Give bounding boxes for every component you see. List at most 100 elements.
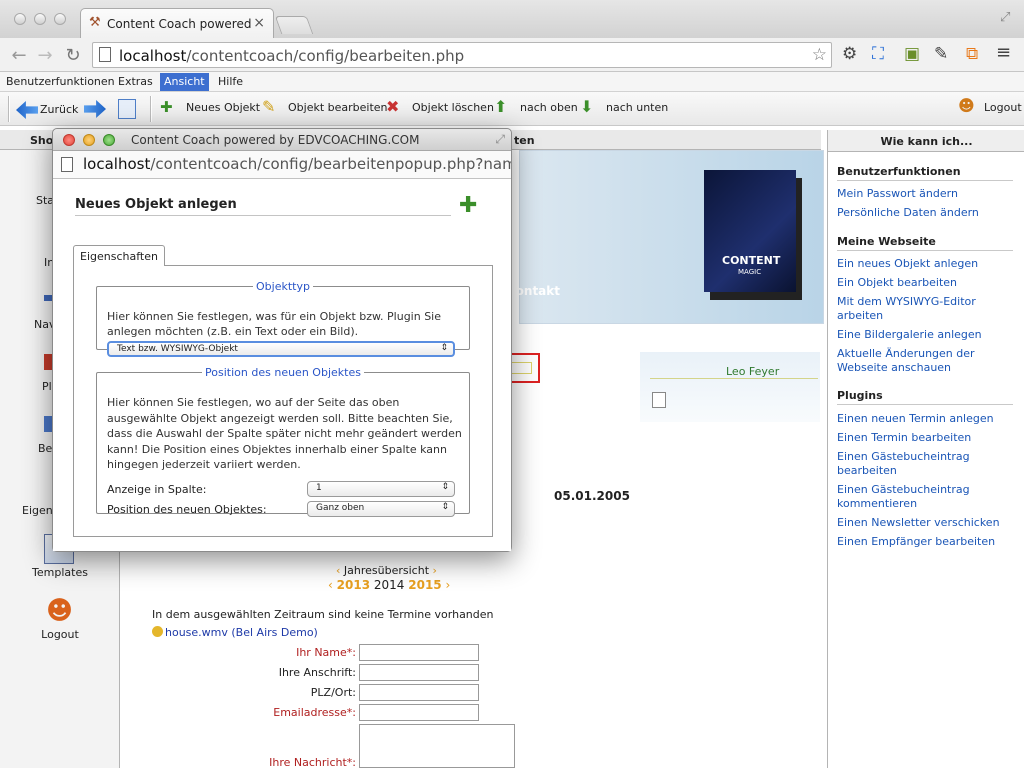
back-icon	[16, 101, 38, 119]
link-gaestebuch-bearbeiten[interactable]: Einen Gästebucheintrag bearbeiten	[837, 450, 1013, 478]
media-play-icon	[152, 626, 163, 637]
logout-button[interactable]: ☻ Logout	[958, 96, 1022, 115]
year-prev[interactable]: 2013	[337, 578, 370, 592]
year-current: 2014	[373, 578, 405, 592]
menu-ansicht[interactable]: Ansicht	[160, 73, 209, 91]
no-events-text: In dem ausgewählten Zeitraum sind keine …	[152, 608, 494, 621]
select-arrows-icon: ⇕	[441, 502, 449, 512]
package-icon[interactable]: ▣	[904, 44, 920, 64]
back-arrow-icon[interactable]: ←	[8, 45, 30, 66]
link-aenderungen[interactable]: Aktuelle Änderungen der Webseite anschau…	[837, 347, 1013, 375]
page-icon	[99, 47, 111, 62]
video-link[interactable]: house.wmv (Bel Airs Demo)	[152, 626, 318, 639]
label-position: Position des neuen Objektes:	[107, 503, 267, 516]
tab-panel: Objekttyp Hier können Sie festlegen, was…	[73, 265, 493, 537]
plz-input[interactable]	[359, 684, 479, 701]
year-overview[interactable]: ‹ Jahresübersicht ›	[336, 564, 437, 577]
close-tab-icon[interactable]: ×	[253, 15, 265, 31]
zoom-window-button[interactable]	[54, 13, 66, 25]
link-bildergalerie[interactable]: Eine Bildergalerie anlegen	[837, 328, 1013, 342]
message-textarea[interactable]	[359, 724, 515, 768]
delete-object-button[interactable]: ✖ Objekt löschen	[386, 97, 494, 116]
link-gaestebuch-kommentieren[interactable]: Einen Gästebucheintrag kommentieren	[837, 483, 1013, 511]
tab-eigenschaften[interactable]: Eigenschaften	[73, 245, 165, 266]
tab-title: Content Coach powered by	[107, 17, 253, 31]
objekttyp-select[interactable]: Text bzw. WYSIWYG-Objekt ⇕	[107, 341, 455, 357]
extension-icon[interactable]: ⧉	[966, 44, 978, 64]
legend-objekttyp: Objekttyp	[256, 280, 310, 293]
link-neues-objekt[interactable]: Ein neues Objekt anlegen	[837, 257, 1013, 271]
browser-tab[interactable]: ⚒ Content Coach powered by ×	[80, 8, 274, 38]
refresh-page-icon[interactable]	[118, 99, 136, 119]
section-plugins: Plugins	[837, 389, 1013, 405]
arrow-up-icon: ⬆	[494, 97, 508, 116]
popup-titlebar[interactable]: Content Coach powered by EDVCOACHING.COM…	[53, 129, 511, 151]
back-button[interactable]: Zurück	[16, 101, 78, 119]
app-toolbar: Zurück ✚ Neues Objekt ✎ Objekt bearbeiten …	[0, 92, 1024, 126]
popup-address-bar[interactable]: localhost/contentcoach/config/bearbeiten…	[53, 151, 511, 179]
legend-position: Position des neuen Objektes	[205, 366, 361, 379]
popup-heading: Neues Objekt anlegen	[75, 197, 237, 212]
forward-arrow-icon[interactable]: →	[34, 45, 56, 66]
fullscreen-icon[interactable]: ⤢	[1000, 10, 1010, 25]
new-object-button[interactable]: ✚ Neues Objekt	[160, 98, 260, 116]
address-bar[interactable]: localhost/contentcoach/config/bearbeiten…	[92, 42, 832, 68]
position-text: Hier können Sie festlegen, wo auf der Se…	[107, 396, 462, 471]
link-newsletter[interactable]: Einen Newsletter verschicken	[837, 516, 1013, 530]
close-window-button[interactable]	[14, 13, 26, 25]
product-box: CONTENT MAGIC	[704, 170, 796, 292]
new-tab-button[interactable]	[274, 16, 314, 34]
year-next[interactable]: 2015	[408, 578, 441, 592]
fieldset-position: Position des neuen Objektes Hier können …	[96, 366, 470, 517]
screen-icon[interactable]: ⛶	[872, 44, 884, 64]
nav-kontakt[interactable]: kontakt	[508, 284, 560, 298]
menu-icon[interactable]: ≡	[996, 42, 1011, 63]
gear-icon[interactable]: ⚙	[842, 44, 857, 64]
move-up-button[interactable]: ⬆ nach oben	[494, 97, 578, 116]
position-select[interactable]: Ganz oben ⇕	[307, 501, 455, 517]
label-spalte: Anzeige in Spalte:	[107, 483, 207, 496]
section-benutzerfunktionen: Benutzerfunktionen	[837, 165, 1013, 181]
menu-hilfe[interactable]: Hilfe	[214, 75, 247, 88]
nav-icon	[44, 295, 52, 301]
logout-user-icon[interactable]: ☻	[46, 596, 73, 626]
left-item-templates[interactable]: Templates	[0, 566, 120, 579]
link-termin-bearbeiten[interactable]: Einen Termin bearbeiten	[837, 431, 1013, 445]
browser-tabstrip: ⚒ Content Coach powered by × ⤢	[0, 0, 1024, 38]
year-nav: ‹ 2013 2014 2015 ›	[328, 578, 451, 592]
link-objekt-bearbeiten[interactable]: Ein Objekt bearbeiten	[837, 276, 1013, 290]
link-empfaenger[interactable]: Einen Empfänger bearbeiten	[837, 535, 1013, 549]
form-label-address: Ihre Anschrift:	[278, 666, 356, 679]
popup-close-button[interactable]	[63, 134, 75, 146]
name-input[interactable]	[359, 644, 479, 661]
wrench-icon[interactable]: ✎	[934, 44, 948, 64]
bookmark-star-icon[interactable]: ☆	[812, 45, 827, 65]
objekttyp-text: Hier können Sie festlegen, was für ein O…	[107, 310, 442, 338]
popup-zoom-button[interactable]	[103, 134, 115, 146]
link-daten[interactable]: Persönliche Daten ändern	[837, 206, 1013, 220]
minimize-window-button[interactable]	[34, 13, 46, 25]
link-termin-anlegen[interactable]: Einen neuen Termin anlegen	[837, 412, 1013, 426]
popup-minimize-button[interactable]	[83, 134, 95, 146]
menu-extras[interactable]: Extras	[114, 75, 157, 88]
address-input[interactable]	[359, 664, 479, 681]
wand-edit-icon: ✎	[262, 97, 276, 116]
link-passwort[interactable]: Mein Passwort ändern	[837, 187, 1013, 201]
url-path: /contentcoach/config/bearbeiten.php	[186, 47, 465, 65]
menu-benutzerfunktionen[interactable]: Benutzerfunktionen	[2, 75, 119, 88]
popup-fullscreen-icon[interactable]: ⤢	[495, 132, 505, 147]
user-icon: ☻	[958, 96, 975, 115]
left-item-logout[interactable]: Logout	[0, 628, 120, 641]
email-input[interactable]	[359, 704, 479, 721]
date-label: 05.01.2005	[554, 489, 630, 503]
spalte-select[interactable]: 1 ⇕	[307, 481, 455, 497]
form-label-name: Ihr Name*:	[296, 646, 356, 659]
edit-object-button[interactable]: ✎ Objekt bearbeiten	[262, 97, 388, 116]
select-arrows-icon: ⇕	[440, 343, 448, 353]
reload-icon[interactable]: ↻	[62, 45, 84, 66]
forward-icon[interactable]	[84, 100, 106, 118]
move-down-button[interactable]: ⬇ nach unten	[580, 97, 668, 116]
url-host: localhost	[119, 47, 187, 65]
browser-navbar: ← → ↻ localhost/contentcoach/config/bear…	[0, 38, 1024, 72]
link-wysiwyg[interactable]: Mit dem WYSIWYG-Editor arbeiten	[837, 295, 1013, 323]
